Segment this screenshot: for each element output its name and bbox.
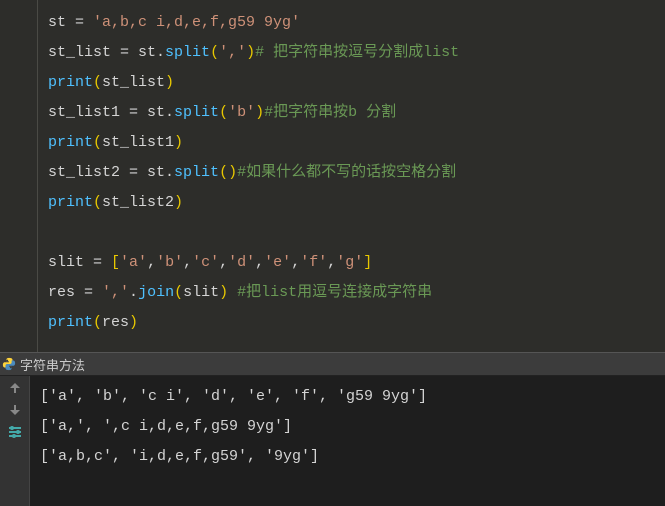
arrow-up-icon[interactable] bbox=[7, 380, 23, 396]
code-line[interactable]: print(st_list2) bbox=[48, 188, 459, 218]
output-line: ['a', 'b', 'c i', 'd', 'e', 'f', 'g59 9y… bbox=[40, 382, 427, 412]
token-op: st_list bbox=[102, 74, 165, 91]
token-func: join bbox=[138, 284, 174, 301]
token-op: st. bbox=[138, 44, 165, 61]
code-editor[interactable]: st = 'a,b,c i,d,e,f,g59 9yg'st_list = st… bbox=[0, 0, 665, 352]
token-op: , bbox=[147, 254, 156, 271]
token-func: print bbox=[48, 194, 93, 211]
run-tab-label: 字符串方法 bbox=[20, 355, 85, 374]
code-area[interactable]: st = 'a,b,c i,d,e,f,g59 9yg'st_list = st… bbox=[38, 0, 467, 352]
run-tab-header[interactable]: 字符串方法 bbox=[0, 352, 665, 376]
token-paren: ) bbox=[174, 134, 183, 151]
token-op: . bbox=[129, 284, 138, 301]
code-line[interactable]: print(st_list) bbox=[48, 68, 459, 98]
token-paren: ] bbox=[363, 254, 372, 271]
token-func: split bbox=[165, 44, 210, 61]
token-func: split bbox=[174, 164, 219, 181]
token-paren: ( bbox=[93, 194, 102, 211]
code-line[interactable]: slit = ['a','b','c','d','e','f','g'] bbox=[48, 248, 459, 278]
token-str: ',' bbox=[102, 284, 129, 301]
token-str: 'a,b,c i,d,e,f,g59 9yg' bbox=[93, 14, 300, 31]
token-str: 'g' bbox=[336, 254, 363, 271]
token-str: ',' bbox=[219, 44, 246, 61]
token-str: 'c' bbox=[192, 254, 219, 271]
python-icon bbox=[2, 357, 16, 371]
code-line[interactable]: print(res) bbox=[48, 308, 459, 338]
token-str: 'f' bbox=[300, 254, 327, 271]
code-line[interactable]: st_list2 = st.split()#如果什么都不写的话按空格分割 bbox=[48, 158, 459, 188]
token-paren: ( bbox=[174, 284, 183, 301]
token-op bbox=[228, 284, 237, 301]
token-paren: ) bbox=[129, 314, 138, 331]
code-line[interactable]: print(st_list1) bbox=[48, 128, 459, 158]
token-op: = bbox=[93, 254, 111, 271]
token-paren: ( bbox=[93, 134, 102, 151]
token-paren: ) bbox=[219, 284, 228, 301]
code-line[interactable]: st_list1 = st.split('b')#把字符串按b 分割 bbox=[48, 98, 459, 128]
token-op: , bbox=[255, 254, 264, 271]
token-paren: ) bbox=[165, 74, 174, 91]
code-line[interactable]: st = 'a,b,c i,d,e,f,g59 9yg' bbox=[48, 8, 459, 38]
token-comment: #如果什么都不写的话按空格分割 bbox=[237, 164, 456, 181]
token-op: = bbox=[120, 44, 138, 61]
token-op: st. bbox=[147, 164, 174, 181]
token-str: 'd' bbox=[228, 254, 255, 271]
token-func: print bbox=[48, 74, 93, 91]
token-op: , bbox=[219, 254, 228, 271]
token-op: st_list bbox=[48, 44, 120, 61]
token-str: 'e' bbox=[264, 254, 291, 271]
token-op: res bbox=[48, 284, 84, 301]
output-line: ['a,', ',c i,d,e,f,g59 9yg'] bbox=[40, 412, 427, 442]
token-paren: ( bbox=[93, 314, 102, 331]
token-paren: [ bbox=[111, 254, 120, 271]
token-op: st_list1 bbox=[102, 134, 174, 151]
token-paren: () bbox=[219, 164, 237, 181]
token-op: st_list2 bbox=[48, 164, 129, 181]
token-comment: # 把字符串按逗号分割成list bbox=[255, 44, 459, 61]
token-paren: ( bbox=[210, 44, 219, 61]
output-gutter bbox=[0, 376, 30, 506]
token-paren: ) bbox=[255, 104, 264, 121]
token-paren: ( bbox=[93, 74, 102, 91]
token-paren: ) bbox=[246, 44, 255, 61]
output-content[interactable]: ['a', 'b', 'c i', 'd', 'e', 'f', 'g59 9y… bbox=[30, 376, 437, 506]
token-op: st. bbox=[147, 104, 174, 121]
settings-icon[interactable] bbox=[7, 424, 23, 440]
token-op: slit bbox=[183, 284, 219, 301]
token-str: 'a' bbox=[120, 254, 147, 271]
token-op: st bbox=[48, 14, 75, 31]
token-func: split bbox=[174, 104, 219, 121]
token-paren: ) bbox=[174, 194, 183, 211]
token-str: 'b' bbox=[228, 104, 255, 121]
output-line: ['a,b,c', 'i,d,e,f,g59', '9yg'] bbox=[40, 442, 427, 472]
token-op: = bbox=[129, 104, 147, 121]
token-op: = bbox=[129, 164, 147, 181]
token-op bbox=[48, 224, 57, 241]
code-line[interactable]: st_list = st.split(',')# 把字符串按逗号分割成list bbox=[48, 38, 459, 68]
token-op: st_list2 bbox=[102, 194, 174, 211]
token-comment: #把字符串按b 分割 bbox=[264, 104, 396, 121]
code-line[interactable] bbox=[48, 218, 459, 248]
token-op: res bbox=[102, 314, 129, 331]
token-func: print bbox=[48, 134, 93, 151]
token-op: = bbox=[84, 284, 102, 301]
output-panel: ['a', 'b', 'c i', 'd', 'e', 'f', 'g59 9y… bbox=[0, 376, 665, 506]
token-op: slit bbox=[48, 254, 93, 271]
token-op: , bbox=[327, 254, 336, 271]
token-paren: ( bbox=[219, 104, 228, 121]
token-op: , bbox=[183, 254, 192, 271]
token-comment: #把list用逗号连接成字符串 bbox=[237, 284, 432, 301]
arrow-down-icon[interactable] bbox=[7, 402, 23, 418]
code-line[interactable]: res = ','.join(slit) #把list用逗号连接成字符串 bbox=[48, 278, 459, 308]
token-op: st_list1 bbox=[48, 104, 129, 121]
editor-gutter bbox=[0, 0, 38, 352]
token-op: , bbox=[291, 254, 300, 271]
token-op: = bbox=[75, 14, 93, 31]
token-func: print bbox=[48, 314, 93, 331]
token-str: 'b' bbox=[156, 254, 183, 271]
